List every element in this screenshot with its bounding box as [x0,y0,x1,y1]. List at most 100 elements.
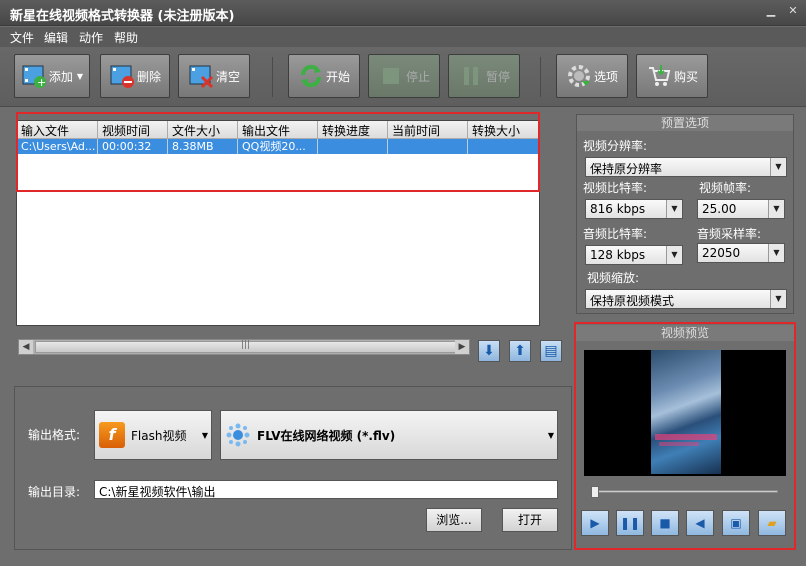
stop-icon [378,63,404,89]
delete-button-label: 删除 [136,69,161,84]
resolution-label: 视频分辨率: [583,139,648,153]
window-title: 新星在线视频格式转换器 (未注册版本) [10,9,235,24]
format-type-select[interactable]: f Flash视频 ▼ [94,410,212,460]
video-frame-thumbnail [651,350,721,474]
title-bar: 新星在线视频格式转换器 (未注册版本) ▁ ✕ [0,0,806,26]
clear-button[interactable]: 清空 [178,54,250,98]
clear-button-label: 清空 [215,69,240,84]
output-dir-field[interactable]: C:\新星视频软件\输出 [94,480,558,499]
toolbar: + 添加 ▼ 删除 清空 开始 停止 暂停 选项 购买 [0,47,806,107]
video-bitrate-select[interactable]: 816 kbps ▼ [585,199,683,219]
pause-button[interactable]: 暂停 [448,54,520,98]
network-icon [225,422,251,448]
film-clear-icon [188,63,214,89]
horizontal-scrollbar[interactable]: ◀ ||| ▶ [18,339,470,355]
chevron-down-icon[interactable]: ▼ [77,72,83,81]
add-button-label: 添加 [48,69,73,84]
move-up-button[interactable]: ⬆ [509,340,531,362]
seek-slider[interactable] [591,486,778,498]
scale-select[interactable]: 保持原视频模式 ▼ [585,289,787,309]
svg-text:+: + [37,76,46,89]
highlight-frame [16,112,540,192]
output-dir-label: 输出目录: [28,485,81,499]
preset-title: 预置选项 [577,115,793,131]
add-button[interactable]: + 添加 ▼ [14,54,90,98]
film-delete-icon [109,63,135,89]
stop-preview-button[interactable]: ■ [651,510,679,536]
fps-select[interactable]: 25.00 ▼ [697,199,785,219]
chevron-down-icon[interactable]: ▼ [768,200,784,218]
scroll-right-icon[interactable]: ▶ [455,340,469,354]
menu-help[interactable]: 帮助 [114,29,138,46]
film-add-icon: + [21,63,47,89]
stop-button-label: 停止 [405,69,430,84]
chevron-down-icon[interactable]: ▼ [770,290,786,308]
resolution-select[interactable]: 保持原分辨率 ▼ [585,157,787,177]
browse-button[interactable]: 浏览... [426,508,482,532]
minimize-button[interactable]: ▁ [764,4,778,18]
sample-rate-value: 22050 [702,246,741,260]
scroll-thumb[interactable]: ||| [35,340,465,353]
snapshot-icon: ▣ [730,516,742,530]
scale-value: 保持原视频模式 [590,294,675,308]
volume-button[interactable]: ◀ [686,510,714,536]
start-button-label: 开始 [325,69,350,84]
grip-icon: ||| [241,340,251,350]
chevron-down-icon[interactable]: ▼ [202,431,208,440]
scroll-left-icon[interactable]: ◀ [19,340,33,354]
preview-title: 视频预览 [576,325,794,341]
audio-bitrate-select[interactable]: 128 kbps ▼ [585,245,683,265]
delete-button[interactable]: 删除 [100,54,170,98]
options-button[interactable]: 选项 [556,54,628,98]
stop-button[interactable]: 停止 [368,54,440,98]
menu-edit[interactable]: 编辑 [44,29,68,46]
seek-slider-knob[interactable] [591,486,599,498]
chevron-down-icon[interactable]: ▼ [548,431,554,440]
pause-icon: ❚❚ [619,516,641,530]
buy-button-label: 购买 [673,69,698,84]
preview-screen [584,350,786,476]
refresh-start-icon [298,63,324,89]
output-format-label: 输出格式: [28,428,81,442]
fps-value: 25.00 [702,202,737,216]
buy-button[interactable]: 购买 [636,54,708,98]
stop-icon: ■ [659,516,671,530]
gear-icon [566,63,592,89]
close-button[interactable]: ✕ [786,4,800,18]
pause-button-label: 暂停 [485,69,510,84]
play-button[interactable]: ▶ [581,510,609,536]
chevron-down-icon[interactable]: ▼ [770,158,786,176]
chevron-down-icon[interactable]: ▼ [666,246,682,264]
resolution-value: 保持原分辨率 [590,162,663,176]
menu-bar: 文件 编辑 动作 帮助 [0,27,806,47]
menu-file[interactable]: 文件 [10,29,34,46]
video-bitrate-label: 视频比特率: [583,181,648,195]
preset-panel: 预置选项 视频分辨率: 保持原分辨率 ▼ 视频比特率: 视频帧率: 816 kbp… [576,114,794,314]
sample-rate-select[interactable]: 22050 ▼ [697,243,785,263]
toolbar-divider [540,57,541,97]
move-down-button[interactable]: ⬇ [478,340,500,362]
sample-rate-label: 音频采样率: [697,227,762,241]
pause-icon [458,63,484,89]
start-button[interactable]: 开始 [288,54,360,98]
audio-bitrate-label: 音频比特率: [583,227,648,241]
snapshot-button[interactable]: ▣ [722,510,750,536]
chevron-down-icon[interactable]: ▼ [768,244,784,262]
format-detail-select[interactable]: FLV在线网络视频 (*.flv) ▼ [220,410,558,460]
flash-icon: f [99,422,125,448]
format-type-label: Flash视频 [131,428,187,443]
folder-icon: ▰ [767,516,777,530]
open-button[interactable]: 打开 [502,508,558,532]
fps-label: 视频帧率: [699,181,752,195]
scale-label: 视频缩放: [587,271,640,285]
toolbar-divider [272,57,273,97]
cart-icon [646,63,672,89]
chevron-down-icon[interactable]: ▼ [666,200,682,218]
format-detail-label: FLV在线网络视频 (*.flv) [257,428,396,443]
menu-action[interactable]: 动作 [79,29,103,46]
clipboard-button[interactable]: ▤ [540,340,562,362]
pause-preview-button[interactable]: ❚❚ [616,510,644,536]
video-bitrate-value: 816 kbps [590,202,646,216]
audio-bitrate-value: 128 kbps [590,248,646,262]
open-folder-button[interactable]: ▰ [758,510,786,536]
